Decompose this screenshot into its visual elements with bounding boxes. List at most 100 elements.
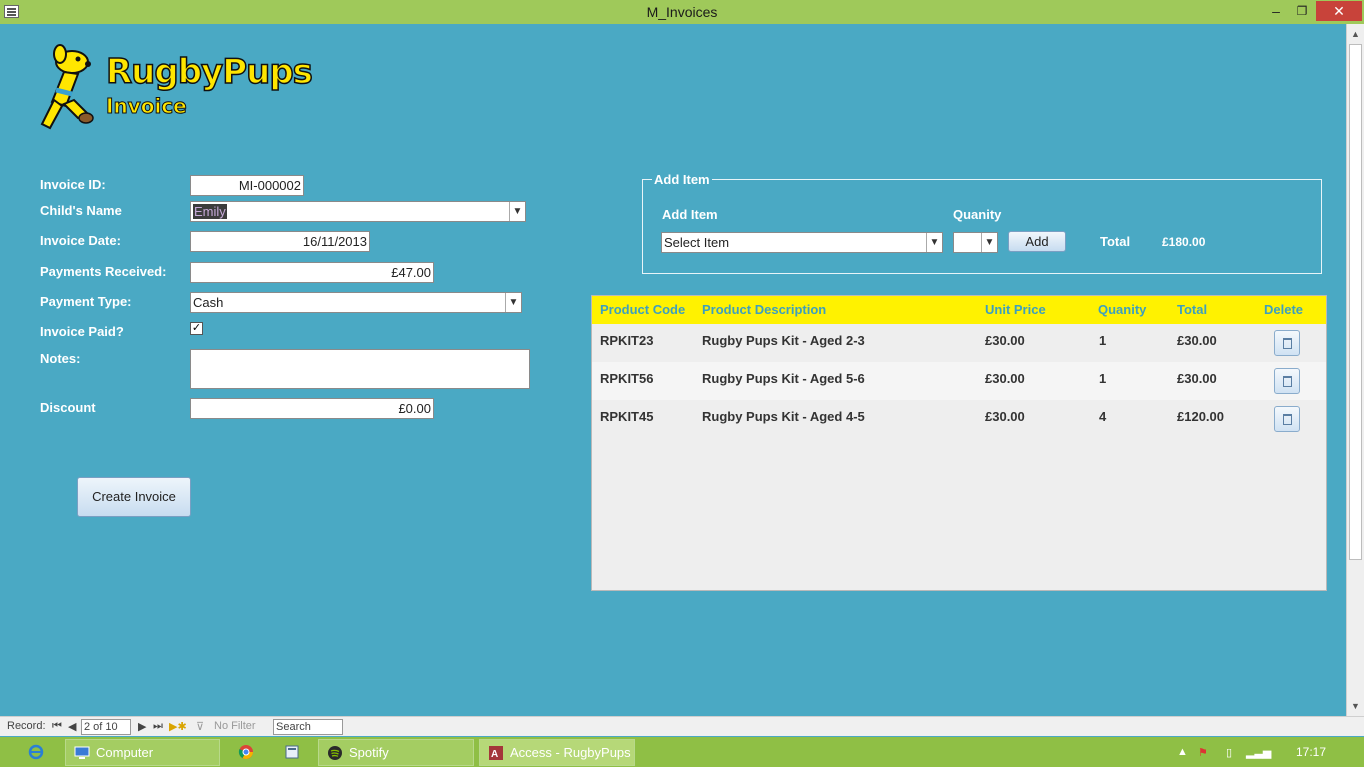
minimize-button[interactable]: –: [1264, 1, 1288, 21]
row-total: £30.00: [1177, 371, 1217, 386]
invoice-paid-checkbox[interactable]: ✓: [190, 322, 203, 335]
row-product-code: RPKIT56: [600, 371, 654, 386]
row-unit-price: £30.00: [985, 333, 1025, 348]
first-record-icon[interactable]: ⏮: [52, 720, 62, 733]
record-label: Record:: [7, 720, 46, 732]
network-signal-icon[interactable]: ▂▃▅: [1246, 746, 1271, 759]
chevron-down-icon[interactable]: ▼: [981, 233, 997, 252]
scroll-thumb[interactable]: [1349, 44, 1362, 560]
spotify-icon: [328, 746, 342, 760]
trash-icon: [1283, 376, 1292, 387]
search-input[interactable]: Search: [273, 719, 343, 735]
scroll-up-icon[interactable]: ▲: [1347, 26, 1364, 42]
add-item-group-title: Add Item: [652, 172, 712, 187]
add-item-label: Add Item: [662, 207, 718, 222]
header-quantity: Quanity: [1098, 302, 1147, 317]
scroll-down-icon[interactable]: ▼: [1347, 698, 1364, 714]
current-record-field[interactable]: 2 of 10: [81, 719, 131, 735]
notes-label: Notes:: [40, 351, 81, 366]
file-explorer-icon[interactable]: [284, 744, 300, 760]
invoice-date-field[interactable]: 16/11/2013: [190, 231, 370, 252]
delete-row-button[interactable]: [1274, 330, 1300, 356]
window-titlebar: M_Invoices – ❐ ✕: [0, 0, 1364, 24]
row-total: £120.00: [1177, 409, 1224, 424]
row-quantity: 4: [1099, 409, 1107, 424]
record-navigation-bar: Record: ⏮ ◀ 2 of 10 ▶ ⏭ ▶✱ ⊽ No Filter S…: [0, 716, 1364, 736]
header-unit-price: Unit Price: [985, 302, 1046, 317]
row-product-description: Rugby Pups Kit - Aged 5-6: [702, 371, 865, 386]
internet-explorer-icon[interactable]: [28, 744, 44, 760]
row-product-code: RPKIT23: [600, 333, 654, 348]
delete-row-button[interactable]: [1274, 368, 1300, 394]
delete-row-button[interactable]: [1274, 406, 1300, 432]
windows-taskbar: Computer Spotify A Access - RugbyPups ..…: [0, 737, 1364, 767]
header-product-description: Product Description: [702, 302, 827, 317]
last-record-icon[interactable]: ⏭: [153, 720, 163, 733]
computer-icon: [74, 746, 90, 759]
total-label: Total: [1100, 234, 1131, 249]
no-filter-label[interactable]: No Filter: [214, 720, 256, 732]
row-product-description: Rugby Pups Kit - Aged 2-3: [702, 333, 865, 348]
add-button[interactable]: Add: [1008, 231, 1066, 252]
logo-title: RugbyPups: [105, 51, 313, 93]
payment-type-select[interactable]: Cash ▼: [190, 292, 522, 313]
childs-name-label: Child's Name: [40, 203, 122, 218]
header-total: Total: [1177, 302, 1208, 317]
invoice-date-label: Invoice Date:: [40, 233, 121, 248]
close-button[interactable]: ✕: [1316, 1, 1362, 21]
chevron-down-icon[interactable]: ▼: [505, 293, 521, 312]
taskbar-label: Access - RugbyPups ...: [510, 745, 631, 760]
chevron-down-icon[interactable]: ▼: [926, 233, 942, 252]
row-total: £30.00: [1177, 333, 1217, 348]
payments-received-label: Payments Received:: [40, 264, 167, 279]
quantity-dropdown[interactable]: ▼: [953, 232, 998, 253]
table-row[interactable]: RPKIT23 Rugby Pups Kit - Aged 2-3 £30.00…: [592, 324, 1326, 362]
battery-icon[interactable]: ▯: [1226, 746, 1232, 759]
total-value: £180.00: [1162, 235, 1206, 249]
payments-received-field[interactable]: £47.00: [190, 262, 434, 283]
action-center-icon[interactable]: ⚑: [1198, 746, 1208, 759]
invoice-id-field[interactable]: MI-000002: [190, 175, 304, 196]
invoice-paid-label: Invoice Paid?: [40, 324, 124, 339]
rugby-pups-logo: RugbyPups Invoice: [38, 44, 314, 136]
row-product-code: RPKIT45: [600, 409, 654, 424]
new-record-icon[interactable]: ▶✱: [169, 720, 187, 733]
window-title: M_Invoices: [646, 4, 718, 20]
taskbar-item-spotify[interactable]: Spotify: [318, 739, 474, 766]
previous-record-icon[interactable]: ◀: [68, 720, 76, 733]
taskbar-label: Spotify: [349, 745, 389, 760]
childs-name-value: Emily: [193, 204, 227, 219]
trash-icon: [1283, 338, 1292, 349]
next-record-icon[interactable]: ▶: [138, 720, 146, 733]
table-row[interactable]: RPKIT56 Rugby Pups Kit - Aged 5-6 £30.00…: [592, 362, 1326, 400]
row-unit-price: £30.00: [985, 409, 1025, 424]
chevron-down-icon[interactable]: ▼: [509, 202, 525, 221]
access-icon: A: [489, 746, 503, 760]
taskbar-clock[interactable]: 17:17: [1296, 745, 1326, 759]
childs-name-select[interactable]: Emily ▼: [190, 201, 526, 222]
payment-type-value: Cash: [193, 295, 224, 310]
chrome-icon[interactable]: [238, 744, 254, 760]
taskbar-item-computer[interactable]: Computer: [65, 739, 220, 766]
logo-subtitle: Invoice: [106, 94, 188, 119]
quantity-label: Quanity: [953, 207, 1002, 222]
select-item-value: Select Item: [664, 235, 730, 250]
vertical-scrollbar[interactable]: ▲ ▼: [1346, 24, 1364, 716]
add-item-group: [642, 179, 1322, 274]
filter-icon[interactable]: ⊽: [196, 720, 204, 733]
notes-field[interactable]: [190, 349, 530, 389]
tray-expand-icon[interactable]: ▲: [1177, 746, 1188, 758]
restore-button[interactable]: ❐: [1290, 1, 1314, 21]
trash-icon: [1283, 414, 1292, 425]
invoice-items-table: Product Code Product Description Unit Pr…: [591, 295, 1327, 591]
create-invoice-button[interactable]: Create Invoice: [77, 477, 191, 517]
table-header: Product Code Product Description Unit Pr…: [592, 296, 1326, 324]
row-quantity: 1: [1099, 333, 1107, 348]
select-item-dropdown[interactable]: Select Item ▼: [661, 232, 943, 253]
table-row[interactable]: RPKIT45 Rugby Pups Kit - Aged 4-5 £30.00…: [592, 400, 1326, 438]
discount-field[interactable]: £0.00: [190, 398, 434, 419]
taskbar-label: Computer: [96, 745, 154, 760]
row-quantity: 1: [1099, 371, 1107, 386]
taskbar-item-access[interactable]: A Access - RugbyPups ...: [479, 739, 635, 766]
svg-text:A: A: [491, 749, 498, 760]
